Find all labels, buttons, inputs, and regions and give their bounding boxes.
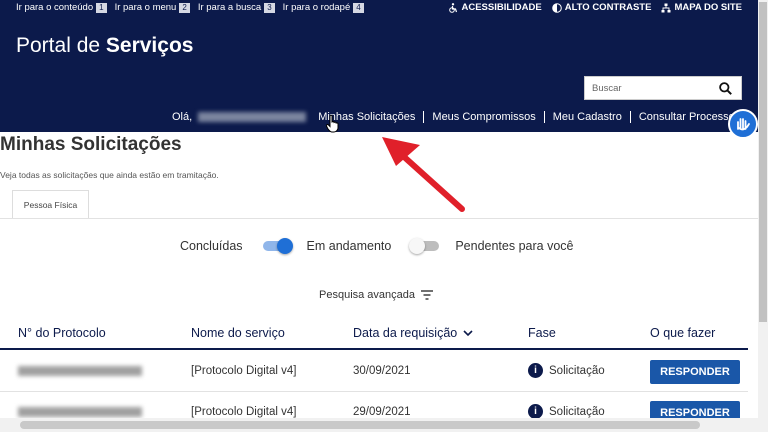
protocol-number-redacted <box>18 407 142 417</box>
skip-to-footer-link[interactable]: Ir para o rodapé 4 <box>283 2 364 13</box>
sitemap-link[interactable]: MAPA DO SITE <box>661 2 742 13</box>
user-greeting: Olá, <box>172 111 310 123</box>
portal-logo[interactable]: Portal de Serviços <box>16 34 193 58</box>
skip-to-content-link[interactable]: Ir para o conteúdo 1 <box>16 2 107 13</box>
service-name: [Protocolo Digital v4] <box>191 406 297 418</box>
wheelchair-icon <box>449 2 458 13</box>
utility-links: ACESSIBILIDADE ALTO CONTRASTE MAPA DO SI… <box>448 2 742 13</box>
sign-language-button[interactable] <box>728 109 758 139</box>
col-o-que-fazer: O que fazer <box>650 326 716 340</box>
vertical-scrollbar[interactable] <box>758 0 768 432</box>
service-name: [Protocolo Digital v4] <box>191 365 297 377</box>
horizontal-scrollbar[interactable] <box>0 418 758 432</box>
table-header: N° do Protocolo Nome do serviço Data da … <box>0 322 748 350</box>
search-icon[interactable] <box>713 77 737 99</box>
tab-pessoa-fisica[interactable]: Pessoa Física <box>12 190 89 219</box>
request-date: 29/09/2021 <box>353 406 411 418</box>
search-box <box>584 76 742 100</box>
main-nav: Olá, Minhas Solicitações Meus Compromiss… <box>172 111 768 123</box>
toggle-pendentes[interactable] <box>409 237 441 255</box>
search-input[interactable] <box>585 77 713 99</box>
skip-to-menu-link[interactable]: Ir para o menu 2 <box>115 2 190 13</box>
info-icon: i <box>528 363 543 378</box>
info-icon: i <box>528 404 543 419</box>
protocol-number-redacted <box>18 366 142 376</box>
nav-meus-compromissos[interactable]: Meus Compromissos <box>424 111 543 123</box>
user-name-redacted <box>198 112 307 122</box>
page-title: Minhas Solicitações <box>0 134 182 155</box>
table-row: [Protocolo Digital v4] 30/09/2021 i Solic… <box>0 352 748 392</box>
skip-links: Ir para o conteúdo 1 Ir para o menu 2 Ir p… <box>16 2 364 13</box>
phase: i Solicitação <box>528 363 605 378</box>
col-protocolo[interactable]: N° do Protocolo <box>18 326 106 340</box>
col-data-requisicao[interactable]: Data da requisição <box>353 326 473 340</box>
phase: i Solicitação <box>528 404 605 419</box>
tab-divider <box>0 218 758 219</box>
filter-pendentes-label: Pendentes para você <box>455 239 574 253</box>
scrollbar-thumb[interactable] <box>20 421 700 429</box>
sign-language-icon <box>737 118 750 131</box>
accessibility-link[interactable]: ACESSIBILIDADE <box>448 2 542 13</box>
col-nome-servico[interactable]: Nome do serviço <box>191 326 285 340</box>
site-header: Ir para o conteúdo 1 Ir para o menu 2 Ir p… <box>0 0 768 132</box>
col-fase[interactable]: Fase <box>528 326 556 340</box>
status-filters: Concluídas Em andamento Pendentes para v… <box>180 237 573 255</box>
high-contrast-link[interactable]: ALTO CONTRASTE <box>551 2 651 13</box>
skip-to-search-link[interactable]: Ir para a busca 3 <box>198 2 275 13</box>
filter-em-andamento-label: Em andamento <box>306 239 392 253</box>
toggle-em-andamento[interactable] <box>261 237 293 255</box>
respond-button[interactable]: RESPONDER <box>650 360 740 384</box>
page-description: Veja todas as solicitações que ainda est… <box>0 170 219 180</box>
filter-concluidas-label: Concluídas <box>180 239 243 253</box>
sitemap-icon <box>661 3 671 12</box>
chevron-down-icon <box>463 330 473 337</box>
hand-cursor-icon <box>326 115 339 133</box>
request-date: 30/09/2021 <box>353 365 411 377</box>
contrast-icon <box>551 2 562 13</box>
nav-meu-cadastro[interactable]: Meu Cadastro <box>545 111 630 123</box>
filter-icon <box>421 290 434 300</box>
advanced-search-button[interactable]: Pesquisa avançada <box>319 289 434 301</box>
scrollbar-thumb[interactable] <box>759 2 767 322</box>
